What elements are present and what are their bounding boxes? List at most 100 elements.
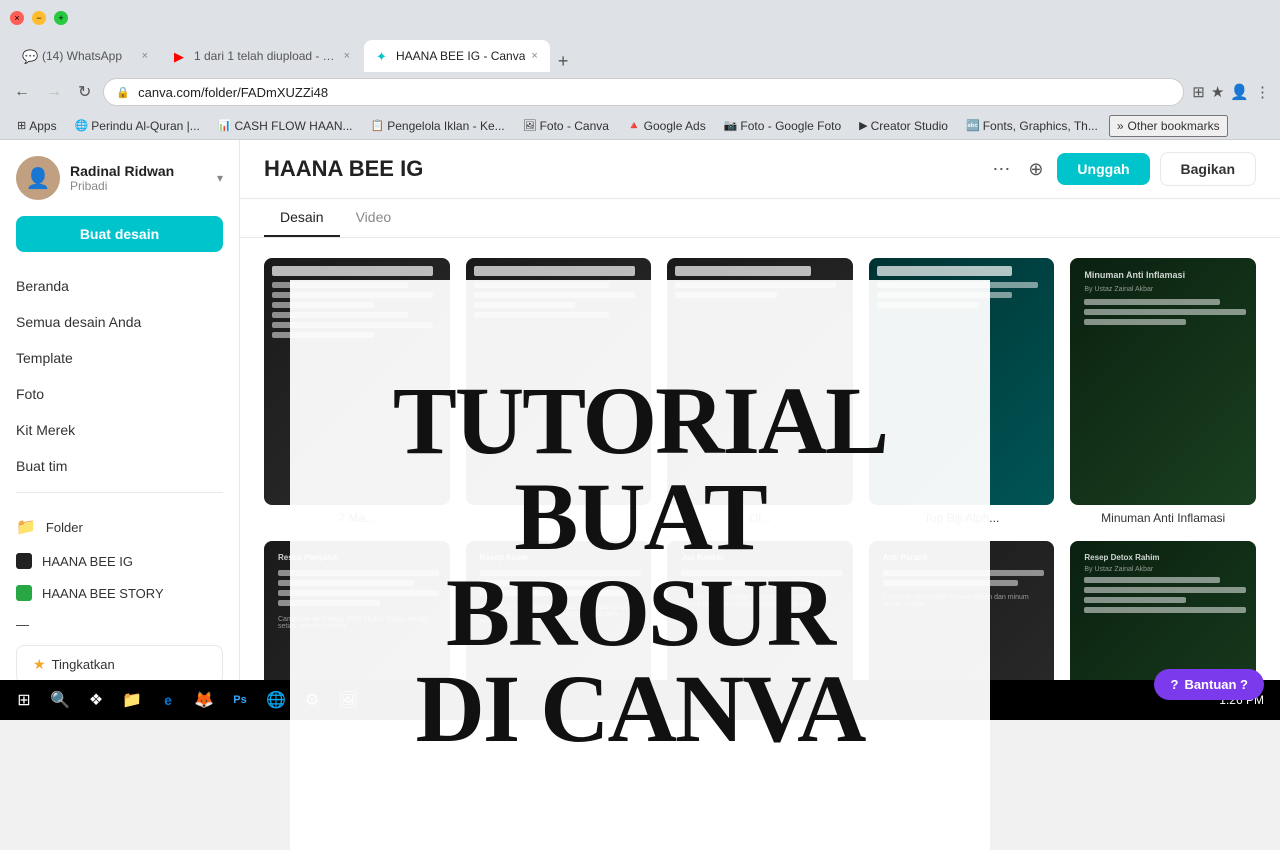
user-avatar: 👤 [16, 156, 60, 200]
profile-btn[interactable]: 👤 [1230, 83, 1249, 101]
taskbar-file-explorer-btn[interactable]: 📁 [116, 684, 148, 716]
address-text: canva.com/folder/FADmXUZZi48 [138, 85, 1171, 100]
more-bookmarks-icon: » [1117, 119, 1124, 133]
content-tabs-row: Desain Video [240, 199, 1280, 238]
bookmark-creator-studio[interactable]: ▶ Creator Studio [852, 117, 955, 135]
semua-label: Semua desain Anda [16, 314, 141, 330]
header-more-btn[interactable]: ⋯ [988, 155, 1014, 184]
bookmark-btn[interactable]: ★ [1211, 83, 1224, 101]
bookmark-alquran-label: Perindu Al-Quran |... [91, 119, 200, 133]
sidebar-item-buat-tim[interactable]: Buat tim [0, 448, 239, 484]
bookmark-pengelola[interactable]: 📋 Pengelola Iklan - Ke... [364, 117, 512, 135]
folder-root-label: Folder [46, 520, 83, 535]
tab-youtube-label: 1 dari 1 telah diupload - YouTu... [194, 49, 338, 63]
bookmark-foto-canva[interactable]: 🖼 Foto - Canva [516, 117, 616, 135]
taskbar-photoshop-btn[interactable]: Ps [224, 684, 256, 716]
other-bookmarks-label: Other bookmarks [1128, 119, 1220, 133]
create-design-btn[interactable]: Buat desain [16, 216, 223, 252]
overlay[interactable]: TUTORIAL BUAT BROSUR DI CANVA [290, 280, 990, 850]
taskbar-app1-btn[interactable]: 🌐 [260, 684, 292, 716]
settings-btn[interactable]: ⋮ [1255, 83, 1270, 101]
upgrade-btn[interactable]: ★ Tingkatkan [16, 645, 223, 684]
tab-desain[interactable]: Desain [264, 199, 340, 237]
buat-tim-label: Buat tim [16, 458, 67, 474]
overlay-line1: TUTORIAL [393, 373, 887, 469]
minimize-window-btn[interactable]: − [32, 11, 46, 25]
tab-youtube-close[interactable]: × [344, 50, 350, 62]
creator-studio-favicon: ▶ [859, 119, 867, 132]
user-section[interactable]: 👤 Radinal Ridwan Pribadi ▾ [0, 156, 239, 216]
pengelola-favicon: 📋 [371, 119, 385, 132]
taskbar-firefox-btn[interactable]: 🦊 [188, 684, 220, 716]
youtube-favicon: ▶ [174, 49, 188, 63]
firefox-icon: 🦊 [194, 690, 214, 710]
folder-more-icon: — [16, 617, 29, 632]
photoshop-icon: Ps [233, 694, 246, 706]
overlay-line4: DI CANVA [393, 661, 887, 757]
folder-more[interactable]: — [0, 609, 239, 633]
forward-btn[interactable]: → [42, 79, 66, 105]
bookmark-cashflow[interactable]: 📊 CASH FLOW HAAN... [211, 117, 360, 135]
haana-story-label: HAANA BEE STORY [42, 586, 164, 601]
foto-canva-favicon: 🖼 [523, 119, 537, 132]
sidebar-item-kit[interactable]: Kit Merek [0, 412, 239, 448]
tab-canva-label: HAANA BEE IG - Canva [396, 49, 525, 63]
header-add-btn[interactable]: ⊕ [1024, 155, 1047, 184]
bookmark-pengelola-label: Pengelola Iklan - Ke... [387, 119, 504, 133]
file-explorer-icon: 📁 [122, 690, 142, 710]
close-window-btn[interactable]: × [10, 11, 24, 25]
bookmark-fonts-label: Fonts, Graphics, Th... [983, 119, 1098, 133]
bookmarks-bar: ⊞ Apps 🌐 Perindu Al-Quran |... 📊 CASH FL… [0, 112, 1280, 140]
upload-btn[interactable]: Unggah [1057, 153, 1149, 185]
card5-title: Minuman Anti Inflamasi [1078, 266, 1248, 284]
new-tab-btn[interactable]: + [552, 51, 575, 72]
folder-item-root[interactable]: 📁 Folder [0, 509, 239, 545]
tabs-bar: 💬 (14) WhatsApp × ▶ 1 dari 1 telah diupl… [0, 36, 1280, 72]
sidebar-item-template[interactable]: Template [0, 340, 239, 376]
start-btn[interactable]: ⊞ [8, 684, 40, 716]
haana-ig-label: HAANA BEE IG [42, 554, 133, 569]
folder-item-haana-ig[interactable]: HAANA BEE IG [0, 545, 239, 577]
user-name: Radinal Ridwan [70, 163, 207, 179]
tab-canva[interactable]: ✦ HAANA BEE IG - Canva × [364, 40, 550, 72]
tab-canva-close[interactable]: × [531, 50, 537, 62]
tab-whatsapp[interactable]: 💬 (14) WhatsApp × [10, 40, 160, 72]
taskbar-browser-btn[interactable]: e [152, 684, 184, 716]
help-btn[interactable]: ? Bantuan ? [1154, 669, 1264, 700]
help-label: Bantuan ? [1184, 677, 1248, 692]
card10-subtitle: By Ustaz Zainal Akbar [1078, 566, 1248, 573]
design-card-5[interactable]: Minuman Anti Inflamasi By Ustaz Zainal A… [1070, 258, 1256, 525]
beranda-label: Beranda [16, 278, 69, 294]
tab-whatsapp-close[interactable]: × [142, 50, 148, 62]
bookmark-google-ads[interactable]: 🔺 Google Ads [620, 117, 713, 135]
tab-desain-label: Desain [280, 209, 324, 225]
taskbar-task-view-btn[interactable]: ❖ [80, 684, 112, 716]
reload-btn[interactable]: ↻ [74, 78, 95, 106]
bookmark-apps[interactable]: ⊞ Apps [10, 117, 64, 135]
bookmark-fonts[interactable]: 🔤 Fonts, Graphics, Th... [959, 117, 1105, 135]
google-foto-favicon: 📷 [724, 119, 738, 132]
share-btn[interactable]: Bagikan [1160, 152, 1256, 186]
back-btn[interactable]: ← [10, 79, 34, 105]
foto-label: Foto [16, 386, 44, 402]
extensions-btn[interactable]: ⊞ [1192, 83, 1205, 101]
sidebar-item-beranda[interactable]: Beranda [0, 268, 239, 304]
user-chevron-icon: ▾ [217, 171, 223, 185]
tab-youtube[interactable]: ▶ 1 dari 1 telah diupload - YouTu... × [162, 40, 362, 72]
address-bar[interactable]: 🔒 canva.com/folder/FADmXUZZi48 [103, 78, 1184, 106]
bookmark-google-foto[interactable]: 📷 Foto - Google Foto [717, 117, 848, 135]
sidebar-item-semua[interactable]: Semua desain Anda [0, 304, 239, 340]
bookmark-alquran[interactable]: 🌐 Perindu Al-Quran |... [68, 117, 207, 135]
design-label-5: Minuman Anti Inflamasi [1070, 511, 1256, 525]
tab-video[interactable]: Video [340, 199, 408, 237]
sidebar-item-foto[interactable]: Foto [0, 376, 239, 412]
canva-favicon: ✦ [376, 49, 390, 63]
apps-favicon: ⊞ [17, 119, 26, 132]
more-bookmarks-btn[interactable]: » Other bookmarks [1109, 115, 1228, 137]
folder-item-haana-story[interactable]: HAANA BEE STORY [0, 577, 239, 609]
taskbar-search-btn[interactable]: 🔍 [44, 684, 76, 716]
template-label: Template [16, 350, 73, 366]
maximize-window-btn[interactable]: + [54, 11, 68, 25]
overlay-line2: BUAT [393, 469, 887, 565]
help-icon: ? [1170, 677, 1178, 692]
